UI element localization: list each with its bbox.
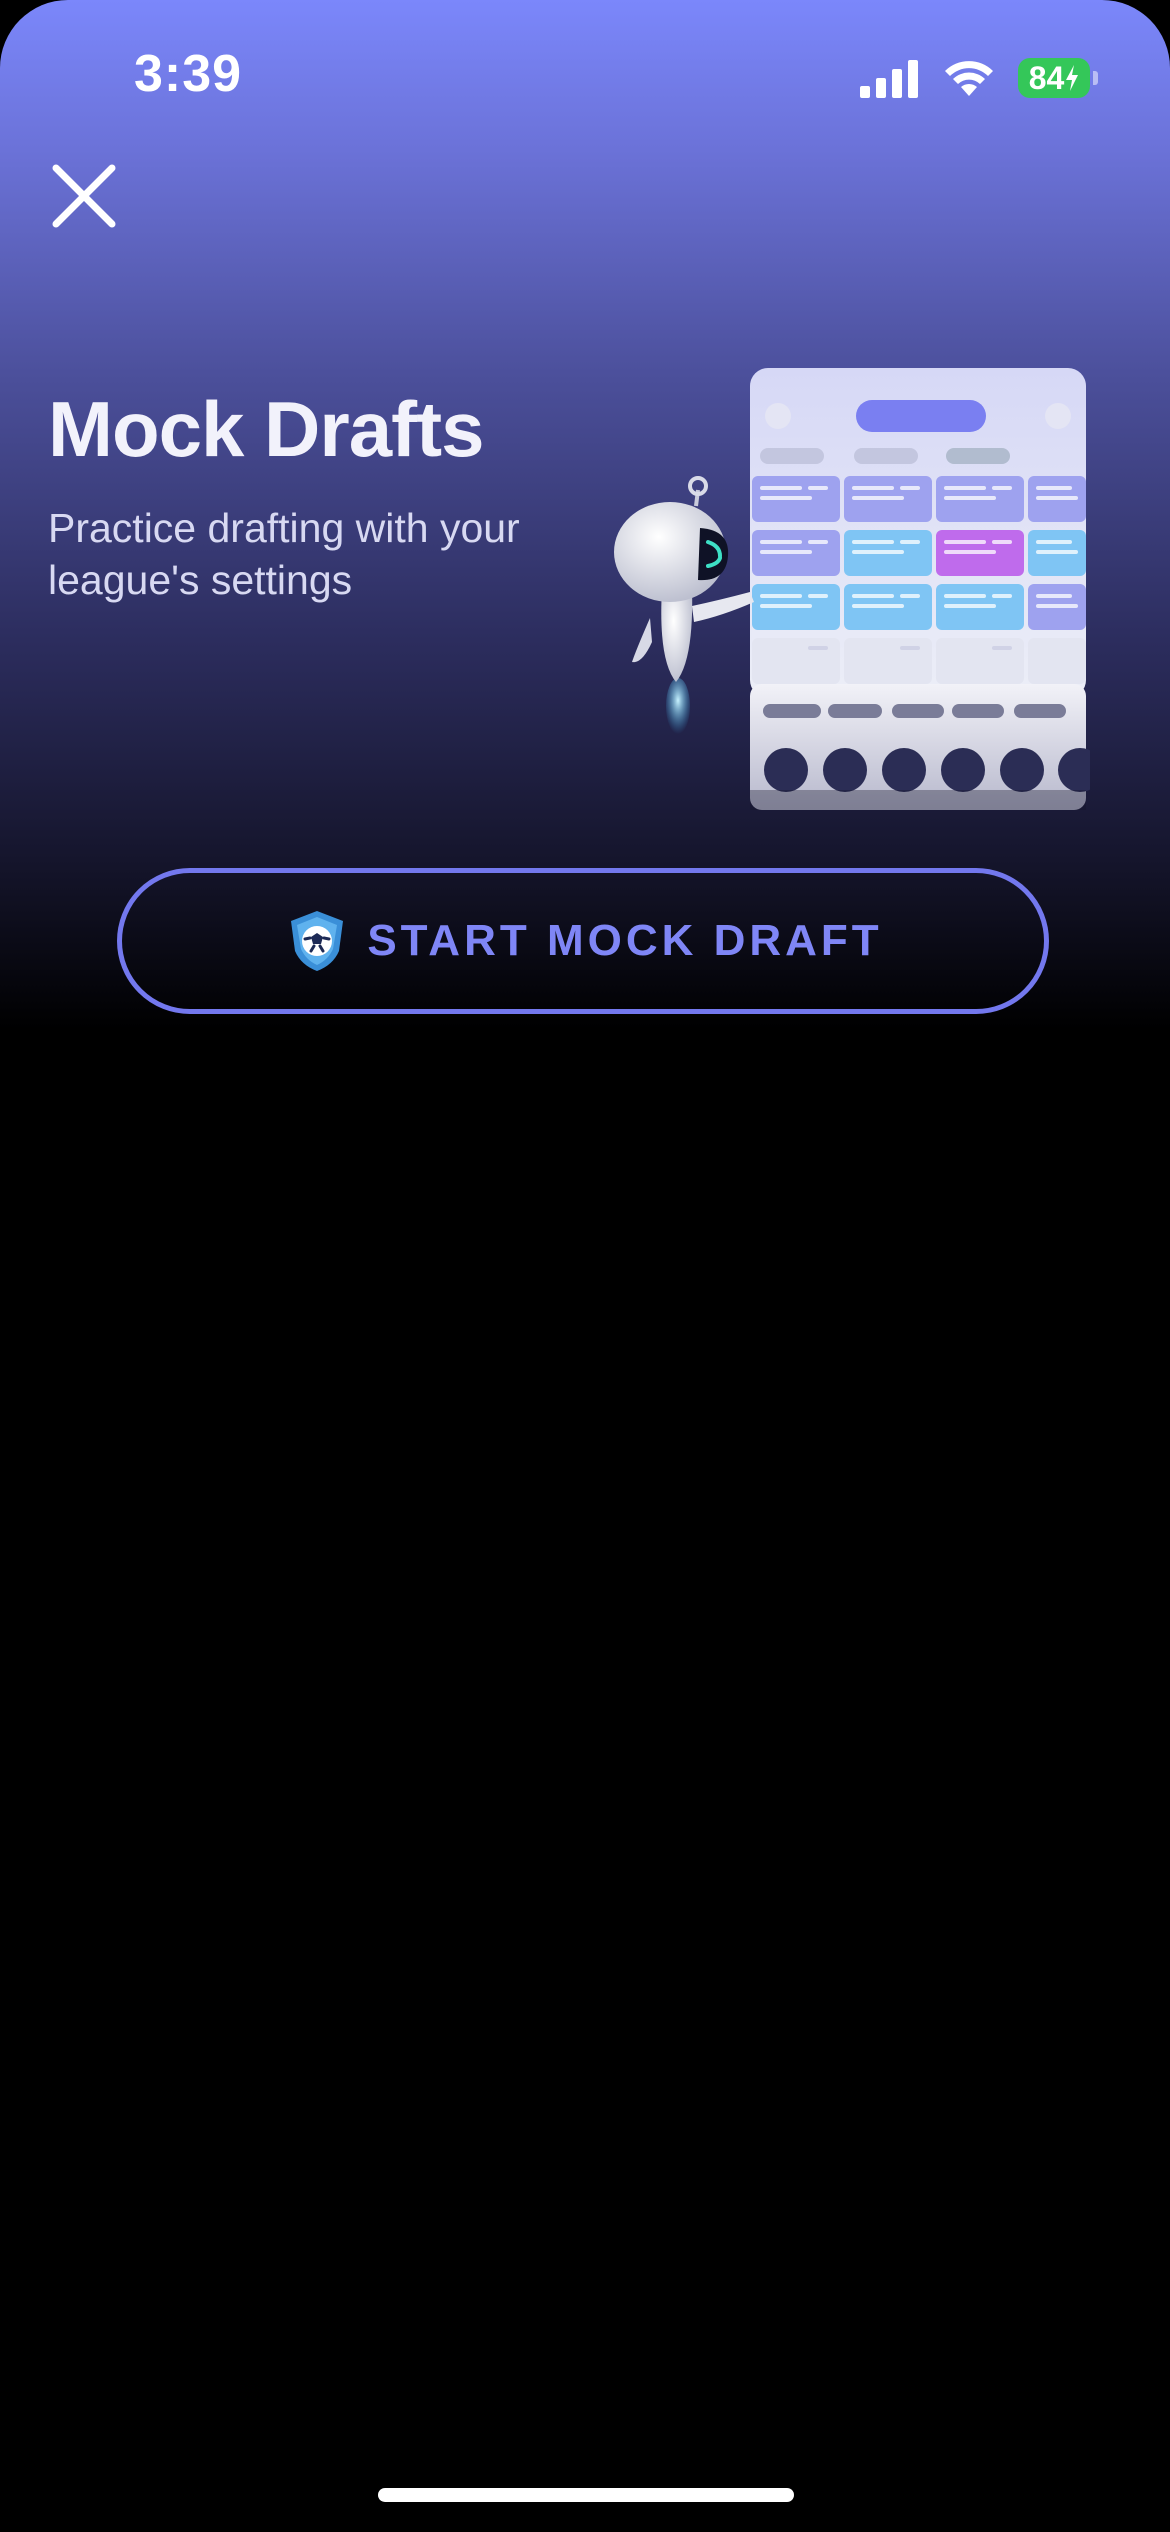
robot-draft-board-illustration [614,368,1090,810]
soccer-ball-shield-icon [291,911,344,971]
status-time: 3:39 [134,45,243,103]
battery-charging-icon: 84 [1018,58,1098,98]
page-title: Mock Drafts [48,385,484,473]
mock-drafts-screen: 3:39 84 Mock Drafts Practice drafting wi… [0,0,1170,2532]
charging-bolt-icon [1066,65,1079,91]
cellular-signal-icon [860,60,918,98]
close-icon [52,164,116,228]
start-mock-draft-label: START MOCK DRAFT [367,916,883,965]
wifi-icon [945,61,993,96]
close-button[interactable] [50,162,118,230]
page-subtitle: Practice drafting with your league's set… [48,505,520,603]
battery-level: 84 [1028,59,1065,96]
status-icons: 84 [860,56,1098,100]
home-indicator[interactable] [378,2488,794,2502]
start-mock-draft-button[interactable]: START MOCK DRAFT [117,868,1049,1014]
